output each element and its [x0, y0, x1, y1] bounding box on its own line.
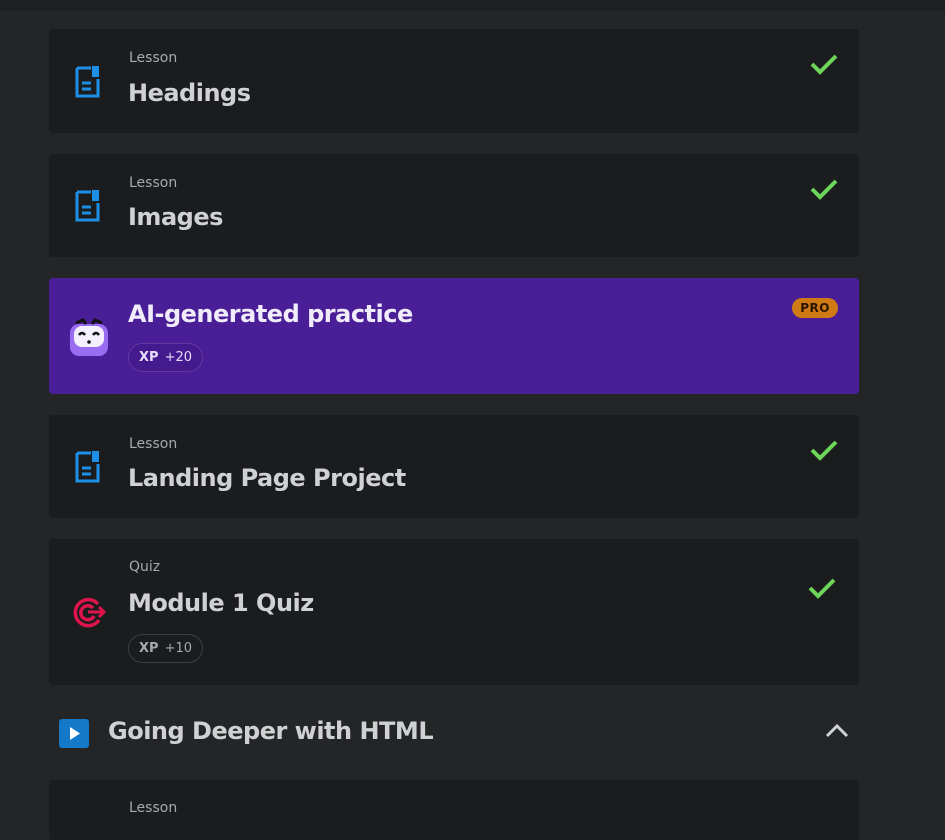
- item-kind: Lesson: [129, 175, 178, 191]
- check-icon: [810, 178, 838, 204]
- xp-badge: XP +10: [128, 634, 203, 663]
- lesson-card-headings[interactable]: Lesson Headings: [49, 29, 859, 133]
- document-icon: [75, 65, 101, 103]
- chevron-up-icon[interactable]: [825, 723, 849, 743]
- check-icon: [810, 53, 838, 79]
- robot-mascot-icon: [68, 318, 110, 362]
- target-icon: [72, 596, 107, 632]
- document-icon: [75, 450, 101, 488]
- xp-label: XP: [139, 350, 159, 365]
- xp-label: XP: [139, 641, 159, 656]
- item-kind: Lesson: [129, 50, 178, 66]
- xp-value: +20: [164, 350, 192, 365]
- item-title: Images: [128, 203, 223, 231]
- xp-value: +10: [164, 641, 192, 656]
- item-title: Headings: [128, 79, 251, 107]
- check-icon: [810, 439, 838, 465]
- section-title: Going Deeper with HTML: [108, 717, 434, 745]
- item-kind: Lesson: [129, 436, 178, 452]
- ai-practice-card[interactable]: AI-generated practice PRO XP +20: [49, 278, 859, 394]
- pro-badge: PRO: [792, 298, 838, 318]
- xp-badge: XP +20: [128, 343, 203, 372]
- section-header-going-deeper[interactable]: Going Deeper with HTML: [49, 705, 859, 761]
- document-icon: [75, 189, 101, 227]
- quiz-card-module-1[interactable]: Quiz Module 1 Quiz XP +10: [49, 539, 859, 685]
- item-title: Module 1 Quiz: [128, 589, 314, 617]
- check-icon: [808, 577, 836, 603]
- item-kind: Quiz: [129, 559, 161, 575]
- lesson-card-next[interactable]: Lesson: [49, 780, 859, 840]
- item-title: AI-generated practice: [128, 300, 413, 328]
- play-icon: [59, 719, 89, 752]
- top-bar: [0, 0, 945, 11]
- lesson-card-landing-page-project[interactable]: Lesson Landing Page Project: [49, 415, 859, 518]
- item-kind: Lesson: [129, 800, 178, 816]
- item-title: Landing Page Project: [128, 464, 406, 492]
- lesson-card-images[interactable]: Lesson Images: [49, 154, 859, 257]
